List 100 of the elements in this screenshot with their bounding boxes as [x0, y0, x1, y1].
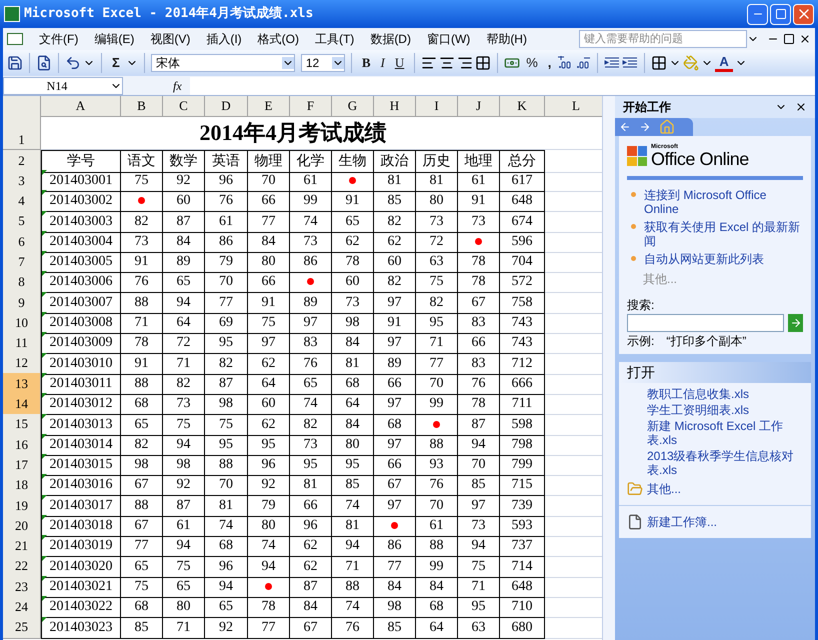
- autosum-button[interactable]: Σ: [108, 53, 124, 73]
- column-header[interactable]: H: [374, 96, 416, 116]
- row-header[interactable]: 20: [3, 515, 41, 538]
- row-header[interactable]: 3: [3, 170, 41, 192]
- increase-decimal-icon[interactable]: [557, 56, 574, 70]
- row-header[interactable]: 24: [3, 596, 41, 618]
- menu-item[interactable]: 工具(T): [306, 30, 362, 48]
- row-header[interactable]: 19: [3, 494, 41, 517]
- row-header[interactable]: 23: [3, 576, 41, 598]
- table-cell: 85: [121, 616, 163, 639]
- more-files-link[interactable]: 其他...: [647, 482, 682, 496]
- minimize-button[interactable]: [747, 4, 768, 24]
- table-cell: 91: [121, 251, 163, 274]
- column-header[interactable]: D: [205, 96, 248, 116]
- italic-button[interactable]: I: [376, 53, 389, 73]
- row-header[interactable]: 4: [3, 190, 41, 212]
- row-header[interactable]: 12: [3, 352, 41, 375]
- font-color-button[interactable]: A: [715, 54, 733, 72]
- recent-file-link[interactable]: 教职工信息收集.xls: [647, 387, 803, 401]
- row-header[interactable]: 1: [3, 115, 41, 150]
- save-icon[interactable]: [7, 55, 23, 71]
- table-cell: 93: [416, 454, 458, 476]
- menu-item[interactable]: 视图(V): [142, 30, 198, 48]
- back-icon[interactable]: [619, 121, 631, 133]
- table-cell: 62: [248, 414, 290, 436]
- table-cell: 95: [416, 312, 458, 334]
- column-header[interactable]: B: [121, 96, 163, 116]
- menu-item[interactable]: 帮助(H): [478, 30, 535, 48]
- go-button[interactable]: [788, 314, 803, 332]
- menu-item[interactable]: 格式(O): [250, 30, 307, 48]
- row-header[interactable]: 5: [3, 210, 41, 233]
- undo-icon[interactable]: [65, 55, 81, 71]
- table-cell: 67: [458, 292, 500, 314]
- row-header[interactable]: 17: [3, 454, 41, 476]
- column-header[interactable]: K: [500, 96, 545, 116]
- column-header[interactable]: G: [332, 96, 374, 116]
- row-header[interactable]: 16: [3, 434, 41, 456]
- row-header[interactable]: 8: [3, 271, 41, 294]
- row-header[interactable]: 13: [3, 372, 41, 395]
- menu-item[interactable]: 窗口(W): [418, 30, 478, 48]
- borders-icon[interactable]: [651, 55, 668, 71]
- column-header[interactable]: E: [248, 96, 290, 116]
- column-header[interactable]: I: [416, 96, 458, 116]
- row-header[interactable]: 15: [3, 414, 41, 436]
- indent-icon[interactable]: [622, 56, 638, 70]
- menu-item[interactable]: 文件(F): [31, 30, 86, 48]
- pane-link[interactable]: 自动从网站更新此列表: [644, 252, 764, 266]
- row-header[interactable]: 18: [3, 474, 41, 496]
- row-header[interactable]: 25: [3, 616, 41, 639]
- align-right-icon[interactable]: [457, 55, 474, 71]
- table-cell: 73: [290, 230, 332, 253]
- align-center-icon[interactable]: [439, 55, 456, 71]
- new-workbook-link[interactable]: 新建工作簿...: [647, 515, 718, 529]
- row-header[interactable]: 10: [3, 312, 41, 334]
- close-icon[interactable]: [799, 33, 811, 45]
- close-button[interactable]: [793, 4, 814, 24]
- menu-item[interactable]: 数据(D): [362, 30, 419, 48]
- column-header[interactable]: C: [163, 96, 205, 116]
- forward-icon[interactable]: [639, 121, 651, 133]
- restore-icon[interactable]: [783, 33, 795, 45]
- fill-color-icon[interactable]: [683, 55, 700, 71]
- row-header[interactable]: 9: [3, 292, 41, 314]
- formula-input-field[interactable]: [190, 76, 815, 94]
- row-header[interactable]: 22: [3, 556, 41, 578]
- percent-button[interactable]: %: [522, 53, 542, 73]
- menu-item[interactable]: 编辑(E): [86, 30, 142, 48]
- column-header[interactable]: F: [290, 96, 332, 116]
- comma-button[interactable]: ,: [544, 53, 556, 73]
- row-header[interactable]: 7: [3, 251, 41, 274]
- column-header[interactable]: A: [41, 96, 121, 116]
- pane-link[interactable]: 连接到 Microsoft Office Online: [644, 188, 803, 216]
- recent-file-link[interactable]: 2013级春秋季学生信息核对表.xls: [647, 449, 803, 477]
- print-preview-icon[interactable]: [36, 55, 52, 71]
- function-button[interactable]: fx: [173, 76, 182, 94]
- underline-button[interactable]: U: [390, 53, 408, 73]
- row-header[interactable]: 6: [3, 230, 41, 253]
- table-cell: 65: [163, 271, 205, 294]
- font-select[interactable]: 宋体: [150, 54, 295, 72]
- font-size-select[interactable]: 12: [300, 54, 345, 72]
- recent-file-link[interactable]: 新建 Microsoft Excel 工作表.xls: [647, 419, 803, 447]
- name-box[interactable]: N14: [3, 76, 123, 94]
- column-header[interactable]: L: [545, 96, 602, 116]
- decrease-decimal-icon[interactable]: [575, 56, 592, 70]
- indent-icon[interactable]: [604, 56, 620, 70]
- sheet-icon[interactable]: [7, 33, 23, 45]
- bold-button[interactable]: B: [358, 53, 374, 73]
- search-field[interactable]: [627, 314, 784, 332]
- table-cell: 92: [163, 474, 205, 496]
- align-left-icon[interactable]: [421, 55, 438, 71]
- row-header[interactable]: 14: [3, 393, 41, 416]
- column-header[interactable]: J: [458, 96, 500, 116]
- recent-file-link[interactable]: 学生工资明细表.xls: [647, 403, 803, 417]
- error-indicator-icon: [42, 576, 47, 581]
- row-header[interactable]: 21: [3, 535, 41, 558]
- help-search-field[interactable]: 键入需要帮助的问题: [579, 30, 747, 48]
- pane-link[interactable]: 获取有关使用 Excel 的最新新闻: [644, 220, 803, 248]
- row-header[interactable]: 11: [3, 332, 41, 354]
- close-icon[interactable]: [795, 101, 807, 113]
- menu-item[interactable]: 插入(I): [198, 30, 250, 48]
- maximize-button[interactable]: [770, 4, 791, 24]
